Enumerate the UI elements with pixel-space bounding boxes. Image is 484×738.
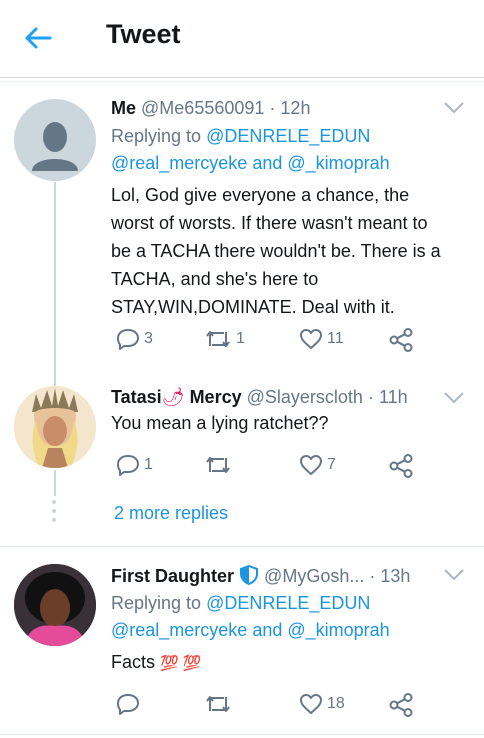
mention-link[interactable]: @real_mercyeke and @_kimoprah (111, 153, 390, 174)
tweet-text: Facts 💯 💯 (111, 648, 471, 678)
profile-photo (14, 564, 96, 646)
thread-line (54, 470, 56, 496)
share-icon (389, 693, 413, 717)
avatar-tatasi[interactable] (14, 386, 96, 468)
chevron-down-icon[interactable] (443, 101, 465, 115)
retweet-icon (206, 696, 230, 712)
heart-icon (300, 455, 322, 475)
reply-icon (117, 329, 139, 350)
shield-icon (240, 565, 259, 585)
tweet-text-line: worst of worsts. If there wasn't meant t… (111, 213, 428, 233)
timestamp: · 13h (369, 566, 411, 586)
thread-dots-icon (52, 500, 56, 522)
like-count: 18 (327, 695, 345, 712)
tweet-text-line: Lol, God give everyone a chance, the (111, 185, 410, 205)
tweet-text-line: STAY,WIN,DOMINATE. Deal with it. (111, 297, 395, 317)
chevron-down-icon[interactable] (443, 391, 465, 405)
tweet-text: You mean a lying ratchet?? (111, 413, 329, 433)
like-button[interactable]: 7 (298, 453, 336, 477)
more-replies-link[interactable]: 2 more replies (114, 503, 228, 524)
retweet-icon (206, 457, 230, 473)
display-name-part: Tatasi (111, 387, 162, 407)
profile-photo (14, 386, 96, 468)
username[interactable]: @MyGosh... (264, 566, 364, 586)
username[interactable]: @Slayerscloth (247, 387, 363, 407)
retweet-button[interactable] (203, 453, 236, 477)
replying-label: Replying to (111, 593, 202, 613)
tweet-text-line: be a TACHA there wouldn't be. There is a (111, 241, 441, 261)
retweet-count: 1 (236, 330, 245, 347)
reply-count: 1 (144, 456, 153, 473)
tweet-header: Me @Me65560091 · 12h (111, 98, 310, 119)
heart-icon (300, 329, 322, 349)
divider (0, 546, 484, 547)
chevron-down-icon[interactable] (443, 568, 465, 582)
page-title: Tweet (106, 19, 181, 49)
like-button[interactable]: 11 (298, 327, 344, 351)
reply-icon (117, 455, 139, 476)
retweet-button[interactable] (203, 692, 236, 716)
divider (0, 81, 484, 82)
like-button[interactable]: 18 (298, 692, 345, 716)
mention-link[interactable]: @DENRELE_EDUN (206, 126, 370, 146)
timestamp: · 11h (367, 387, 408, 407)
tweet-text-line: TACHA, and she's here to (111, 269, 319, 289)
share-icon (389, 328, 413, 352)
divider (0, 77, 484, 78)
share-button[interactable] (388, 453, 414, 479)
hundred-points-emoji: 💯 💯 (160, 655, 202, 672)
chili-pepper-emoji: 🌶 (161, 387, 185, 407)
tweet-header: Tatasi🌶 Mercy @Slayerscloth · 11h (111, 387, 408, 408)
top-bar: Tweet (0, 0, 484, 78)
like-count: 11 (327, 330, 344, 347)
replying-to: Replying to @DENRELE_EDUN (111, 126, 370, 147)
avatar-default[interactable] (14, 99, 96, 181)
avatar-first-daughter[interactable] (14, 564, 96, 646)
reply-button[interactable]: 1 (115, 453, 153, 477)
timestamp: · 12h (269, 98, 311, 118)
tweet-text-content: Facts (111, 652, 156, 672)
tweet-header: First Daughter @MyGosh... · 13h (111, 565, 410, 587)
reply-count: 3 (144, 330, 153, 347)
mention-link[interactable]: @real_mercyeke and @_kimoprah (111, 620, 390, 641)
display-name[interactable]: First Daughter (111, 566, 234, 586)
arrow-left-icon[interactable] (22, 22, 54, 54)
mention-link[interactable]: @DENRELE_EDUN (206, 593, 370, 613)
heart-icon (300, 694, 322, 714)
reply-button[interactable] (115, 692, 144, 716)
retweet-icon (206, 331, 230, 347)
thread-line (54, 182, 56, 400)
retweet-button[interactable]: 1 (203, 327, 245, 351)
divider (0, 734, 484, 735)
username[interactable]: @Me65560091 (141, 98, 264, 118)
display-name[interactable]: Tatasi🌶 Mercy (111, 387, 242, 407)
share-button[interactable] (388, 327, 414, 353)
default-user-icon (32, 122, 78, 171)
reply-button[interactable]: 3 (115, 327, 153, 351)
display-name-part: Mercy (189, 387, 242, 407)
display-name[interactable]: Me (111, 98, 136, 118)
share-button[interactable] (388, 692, 414, 718)
like-count: 7 (327, 456, 336, 473)
tweet-text: Lol, God give everyone a chance, the wor… (111, 181, 471, 321)
replying-to: Replying to @DENRELE_EDUN (111, 593, 370, 614)
share-icon (389, 454, 413, 478)
replying-label: Replying to (111, 126, 202, 146)
reply-icon (117, 694, 139, 715)
